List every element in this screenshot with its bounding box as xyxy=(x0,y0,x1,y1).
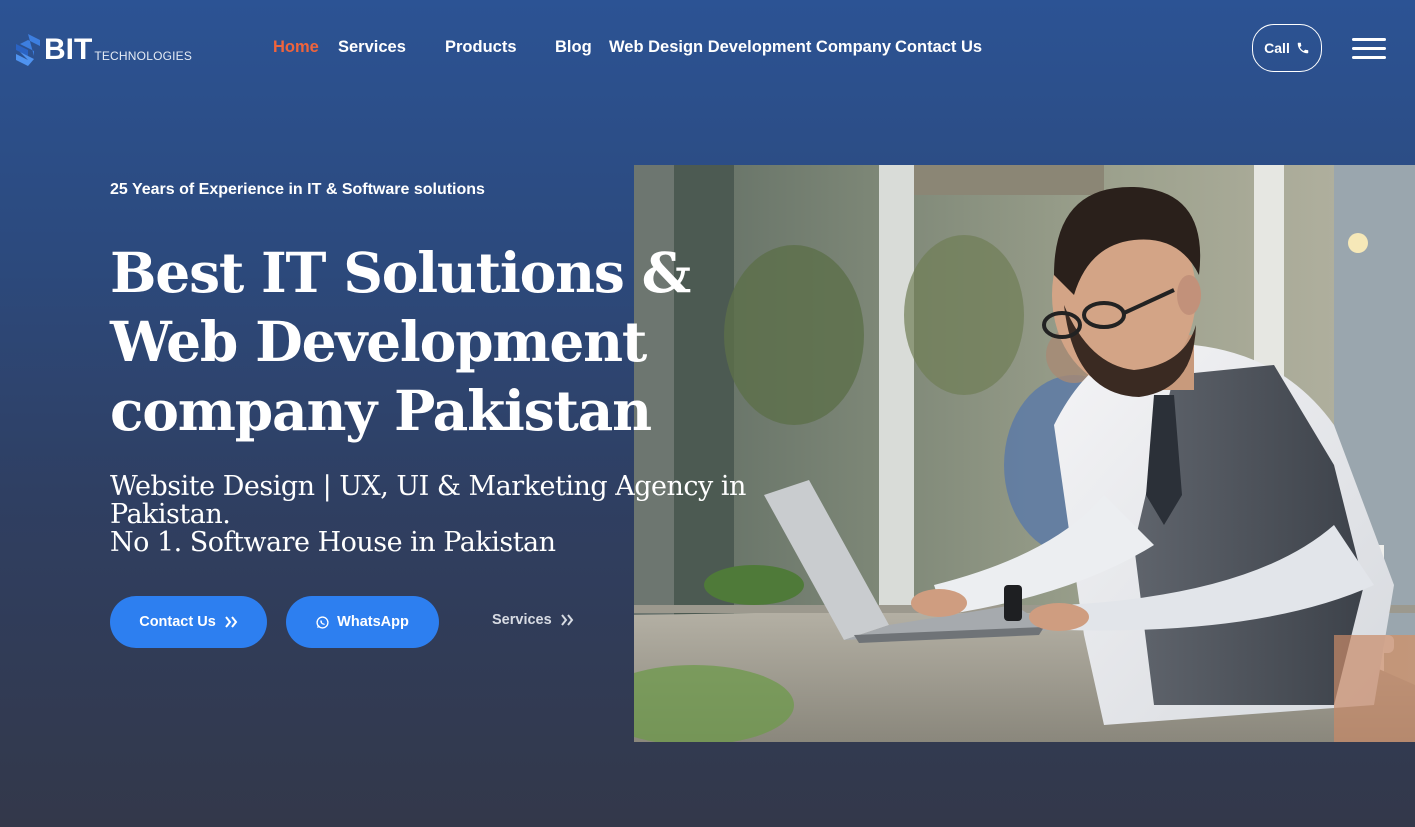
whatsapp-button-label: WhatsApp xyxy=(337,614,409,630)
whatsapp-icon xyxy=(316,615,329,629)
hero-title: Best IT Solutions & Web Development comp… xyxy=(110,240,691,443)
services-link[interactable]: Services xyxy=(492,612,574,628)
call-button[interactable]: Call xyxy=(1252,24,1322,72)
hero-subtitle-line-1: Website Design | UX, UI & Marketing Agen… xyxy=(110,471,746,530)
services-link-label: Services xyxy=(492,612,552,628)
menu-bar-bottom xyxy=(1352,56,1386,59)
page: BIT TECHNOLOGIES Home Services Products … xyxy=(0,0,1415,827)
logo-tagline: TECHNOLOGIES xyxy=(94,49,193,63)
contact-us-button[interactable]: Contact Us xyxy=(110,596,267,648)
call-button-label: Call xyxy=(1264,40,1290,56)
hero-subtitle: Website Design | UX, UI & Marketing Agen… xyxy=(110,473,810,557)
menu-bar-middle xyxy=(1352,47,1386,50)
double-chevron-right-icon xyxy=(560,614,573,626)
site-logo[interactable]: BIT TECHNOLOGIES xyxy=(14,30,192,68)
logo-mark-icon xyxy=(16,34,40,66)
nav-item-products[interactable]: Products xyxy=(445,38,517,57)
nav-item-services[interactable]: Services xyxy=(338,38,406,57)
menu-bar-top xyxy=(1352,38,1386,41)
nav-item-web-design-development-company[interactable]: Web Design Development Company xyxy=(609,38,891,57)
phone-icon xyxy=(1297,42,1309,54)
double-chevron-right-icon xyxy=(224,616,238,628)
nav-item-blog[interactable]: Blog xyxy=(555,38,592,57)
nav-item-home[interactable]: Home xyxy=(273,38,319,57)
logo-name: BIT xyxy=(44,33,93,66)
hamburger-menu-icon[interactable] xyxy=(1352,36,1386,62)
whatsapp-button[interactable]: WhatsApp xyxy=(286,596,439,648)
hero-eyebrow: 25 Years of Experience in IT & Software … xyxy=(110,181,485,198)
contact-us-button-label: Contact Us xyxy=(139,614,216,630)
hero-subtitle-line-2: No 1. Software House in Pakistan xyxy=(110,527,556,558)
nav-item-contact-us[interactable]: Contact Us xyxy=(895,38,982,57)
